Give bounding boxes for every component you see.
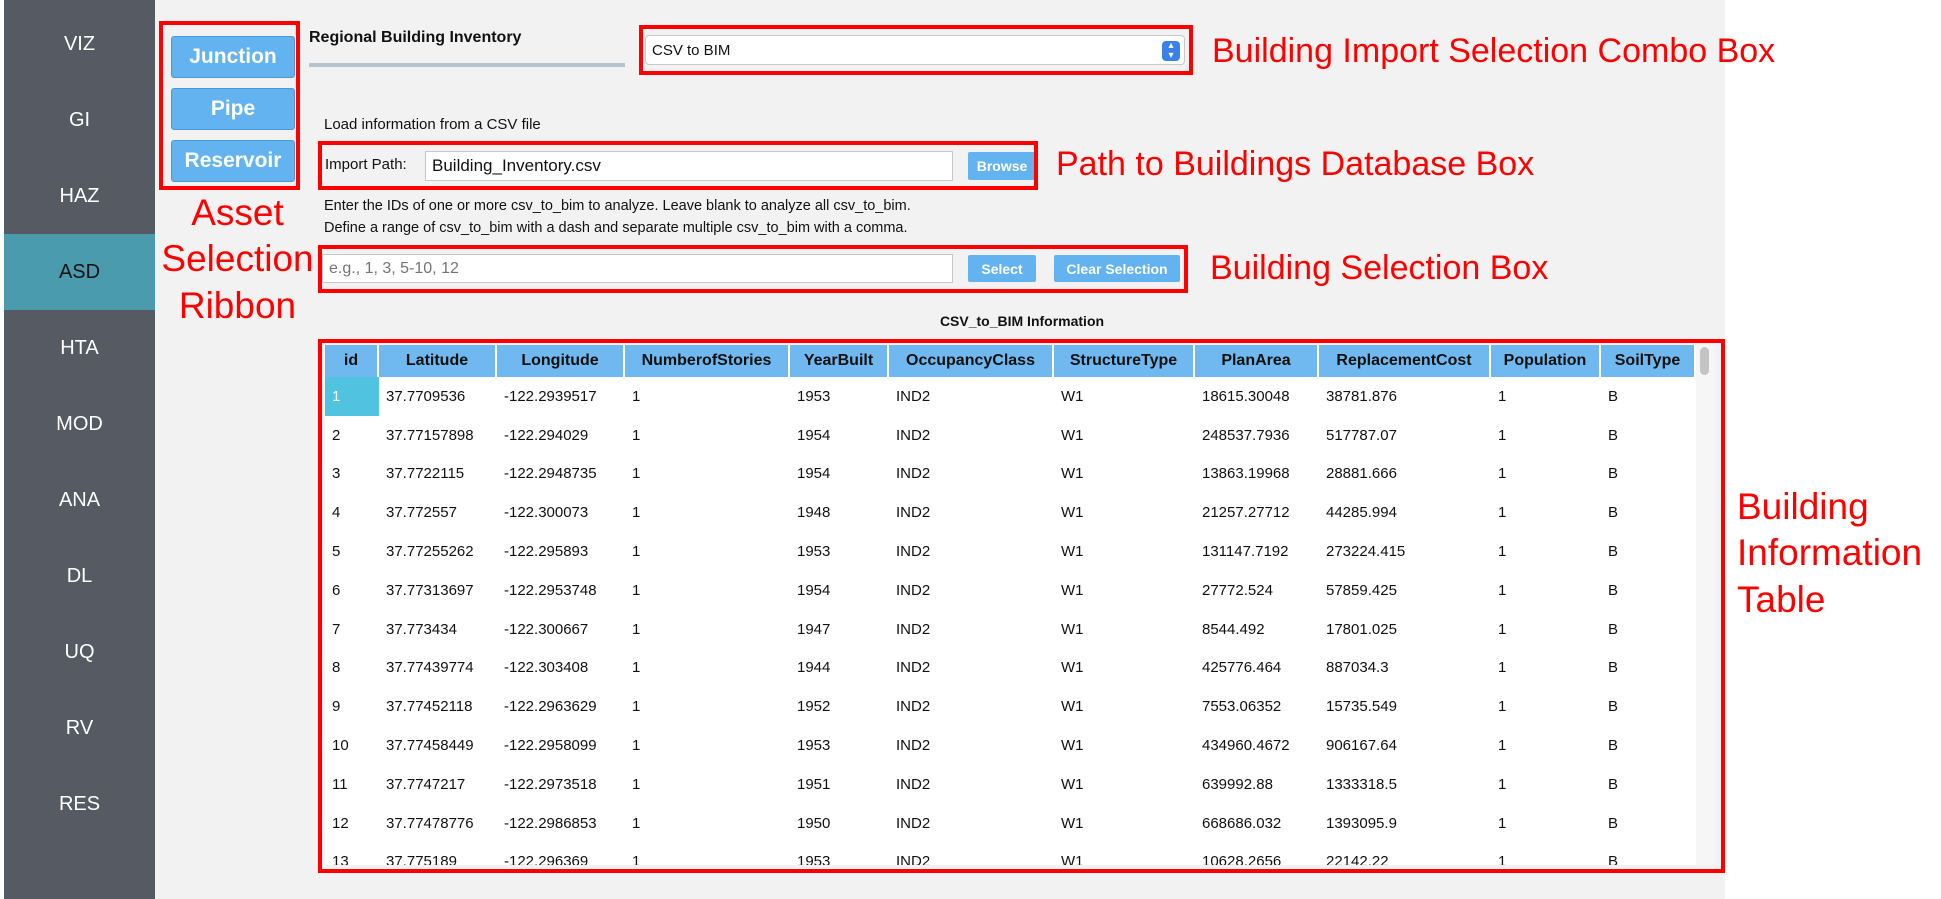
- section-title: Regional Building Inventory: [309, 29, 522, 46]
- sidebar-item-hta[interactable]: HTA: [4, 310, 155, 386]
- sidebar-item-mod[interactable]: MOD: [4, 386, 155, 462]
- sidebar: VIZ GI HAZ ASD HTA MOD ANA DL UQ RV RES: [4, 0, 155, 899]
- sidebar-item-viz[interactable]: VIZ: [4, 6, 155, 82]
- sidebar-item-res[interactable]: RES: [4, 766, 155, 842]
- annotation-line: Ribbon: [178, 284, 297, 326]
- title-underline: [309, 63, 625, 67]
- asset-annotation-label: Asset Selection Ribbon: [160, 190, 315, 329]
- sidebar-item-rv[interactable]: RV: [4, 690, 155, 766]
- annotation-line: Building: [1737, 486, 1869, 527]
- asset-ribbon-annotation-box: [159, 21, 300, 190]
- annotation-line: Table: [1737, 578, 1826, 620]
- annotation-line: Asset: [191, 192, 284, 233]
- sidebar-item-asd[interactable]: ASD: [4, 234, 155, 310]
- combo-annotation-label: Building Import Selection Combo Box: [1212, 32, 1776, 70]
- sidebar-item-uq[interactable]: UQ: [4, 614, 155, 690]
- table-annotation-label: Building Information Table: [1737, 484, 1922, 623]
- sidebar-item-gi[interactable]: GI: [4, 82, 155, 158]
- path-annotation-box: [318, 141, 1038, 190]
- annotation-line: Information: [1737, 532, 1923, 574]
- load-label: Load information from a CSV file: [324, 116, 541, 133]
- instruction-line-1: Enter the IDs of one or more csv_to_bim …: [324, 198, 911, 214]
- table-annotation-box: [318, 339, 1725, 873]
- annotation-line: Selection: [161, 238, 314, 280]
- sidebar-item-haz[interactable]: HAZ: [4, 158, 155, 234]
- combo-annotation-box: [639, 25, 1193, 75]
- path-annotation-label: Path to Buildings Database Box: [1056, 145, 1535, 183]
- sidebar-item-ana[interactable]: ANA: [4, 462, 155, 538]
- sidebar-item-dl[interactable]: DL: [4, 538, 155, 614]
- instruction-line-2: Define a range of csv_to_bim with a dash…: [324, 220, 908, 236]
- selection-annotation-box: [318, 245, 1188, 293]
- table-title: CSV_to_BIM Information: [939, 313, 1105, 329]
- selection-annotation-label: Building Selection Box: [1210, 249, 1549, 287]
